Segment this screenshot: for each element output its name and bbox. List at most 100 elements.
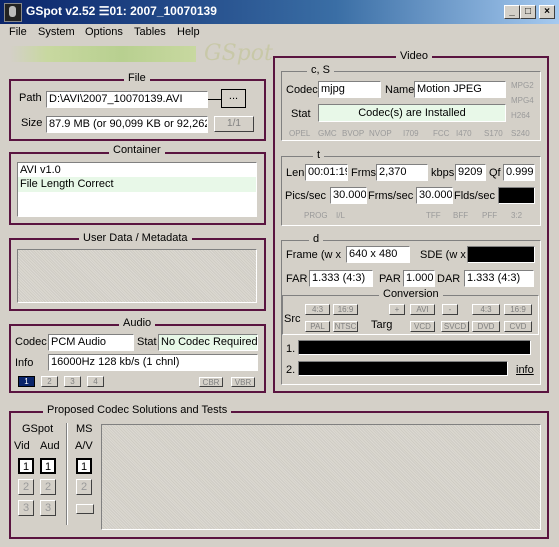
pics-label: Pics/sec <box>285 190 326 202</box>
src-pal-button[interactable]: PAL <box>305 321 330 332</box>
maximize-button[interactable]: □ <box>520 5 536 19</box>
tag-s240: S240 <box>511 129 530 138</box>
line1-label: 1. <box>286 343 296 355</box>
page-counter: 1/1 <box>214 116 254 132</box>
tag-mpg2: MPG2 <box>511 81 534 90</box>
len-field: 00:01:19 <box>305 164 348 181</box>
file-frame-title: File <box>124 72 150 84</box>
proposed-divider <box>66 423 68 525</box>
browse-button[interactable]: ... <box>221 89 246 108</box>
tag-i709: I709 <box>403 129 419 138</box>
audio-stat-label: Stat <box>137 336 157 348</box>
aud-solution-2[interactable]: 2 <box>40 479 56 495</box>
menu-tables[interactable]: Tables <box>134 26 166 38</box>
ms-label: MS <box>76 423 93 435</box>
video-name-field: Motion JPEG <box>414 81 506 98</box>
cbr-button[interactable]: CBR <box>199 377 223 387</box>
targ-svcd-button[interactable]: SVCD <box>441 321 469 332</box>
proposed-frame-title: Proposed Codec Solutions and Tests <box>43 404 232 416</box>
video-frame-title: Video <box>396 50 432 62</box>
pics-field: 30.000 <box>330 187 367 204</box>
audio-stream-2[interactable]: 2 <box>41 376 58 387</box>
flds-field <box>498 187 535 204</box>
video-name-label: Name <box>385 84 415 96</box>
src-169-button[interactable]: 16:9 <box>333 304 358 315</box>
menu-options[interactable]: Options <box>85 26 123 38</box>
size-field: 87.9 MB (or 90,099 KB or 92,262, <box>46 116 208 133</box>
tag-mpg4: MPG4 <box>511 96 534 105</box>
minimize-button[interactable]: _ <box>504 5 520 19</box>
src-ntsc-button[interactable]: NTSC <box>333 321 358 332</box>
tag-bvop: BVOP <box>342 129 365 138</box>
dar-field: 1.333 (4:3) <box>464 270 534 287</box>
t-group-title: t <box>313 149 325 161</box>
tag-bff: BFF <box>453 211 469 220</box>
audio-stream-1[interactable]: 1 <box>18 376 35 387</box>
window-title: GSpot v2.52 ☰01: 2007_10070139 <box>26 4 217 18</box>
targ-plus-button[interactable]: + <box>389 304 405 315</box>
ms-solution-2[interactable]: 2 <box>76 479 92 495</box>
kbps-field: 9209 <box>455 164 486 181</box>
aud-solution-3[interactable]: 3 <box>40 500 56 516</box>
menu-help[interactable]: Help <box>177 26 200 38</box>
av-label: A/V <box>75 440 93 452</box>
menu-bar <box>0 24 559 42</box>
close-button[interactable]: × <box>539 5 555 19</box>
vid-solution-1[interactable]: 1 <box>18 458 34 474</box>
flds-label: Flds/sec <box>454 190 495 202</box>
line1-field <box>298 340 531 355</box>
path-label: Path <box>19 92 42 104</box>
targ-169-button[interactable]: 16:9 <box>504 304 532 315</box>
par-field: 1.000 <box>403 270 435 287</box>
audio-stat-field: No Codec Required <box>158 334 258 351</box>
frame-field: 640 x 480 <box>346 246 410 263</box>
path-connector <box>208 99 222 100</box>
tag-nvop: NVOP <box>369 129 392 138</box>
vbr-button[interactable]: VBR <box>231 377 255 387</box>
app-icon[interactable] <box>4 3 22 22</box>
cs-group-title: c, S <box>307 64 334 76</box>
line2-field <box>298 361 508 376</box>
menu-file[interactable]: File <box>9 26 27 38</box>
tag-opel: OPEL <box>289 129 311 138</box>
targ-cvd-button[interactable]: CVD <box>504 321 532 332</box>
audio-frame-title: Audio <box>119 317 156 329</box>
menu-system[interactable]: System <box>38 26 75 38</box>
tag-s170: S170 <box>484 129 503 138</box>
userdata-area <box>17 249 257 303</box>
audio-stream-4[interactable]: 4 <box>87 376 104 387</box>
tag-i470: I470 <box>456 129 472 138</box>
audio-stream-3[interactable]: 3 <box>64 376 81 387</box>
path-field[interactable]: D:\AVI\2007_10070139.AVI <box>46 91 208 108</box>
vid-solution-3[interactable]: 3 <box>18 500 34 516</box>
tag-32: 3:2 <box>511 211 523 220</box>
info-link[interactable]: info <box>516 364 534 376</box>
video-stat-field: Codec(s) are Installed <box>318 104 506 122</box>
targ-minus-button[interactable]: - <box>442 304 458 315</box>
len-label: Len <box>286 167 305 179</box>
aud-solution-1[interactable]: 1 <box>40 458 56 474</box>
targ-dvd-button[interactable]: DVD <box>472 321 500 332</box>
tag-prog: PROG <box>304 211 328 220</box>
tag-pff: PFF <box>482 211 498 220</box>
ms-solution-blank[interactable] <box>76 504 94 514</box>
ms-solution-1[interactable]: 1 <box>76 458 92 474</box>
vid-solution-2[interactable]: 2 <box>18 479 34 495</box>
container-frame-title: Container <box>109 144 165 156</box>
logo-strip <box>10 46 196 62</box>
targ-vcd-button[interactable]: VCD <box>410 321 435 332</box>
gspot-label: GSpot <box>22 423 54 435</box>
container-line: AVI v1.0 <box>20 164 61 176</box>
tag-gmc: GMC <box>318 129 337 138</box>
src-43-button[interactable]: 4:3 <box>305 304 330 315</box>
vid-label: Vid <box>14 440 30 452</box>
frmssec-label: Frms/sec <box>368 190 414 202</box>
sde-field <box>467 246 535 263</box>
targ-43-button[interactable]: 4:3 <box>472 304 500 315</box>
targ-avi-button[interactable]: AVI <box>410 304 435 315</box>
tag-il: I/L <box>336 211 345 220</box>
tag-h264: H264 <box>511 111 531 120</box>
frms-label: Frms <box>351 167 377 179</box>
frms-field: 2,370 <box>376 164 428 181</box>
kbps-label: kbps <box>431 167 455 179</box>
